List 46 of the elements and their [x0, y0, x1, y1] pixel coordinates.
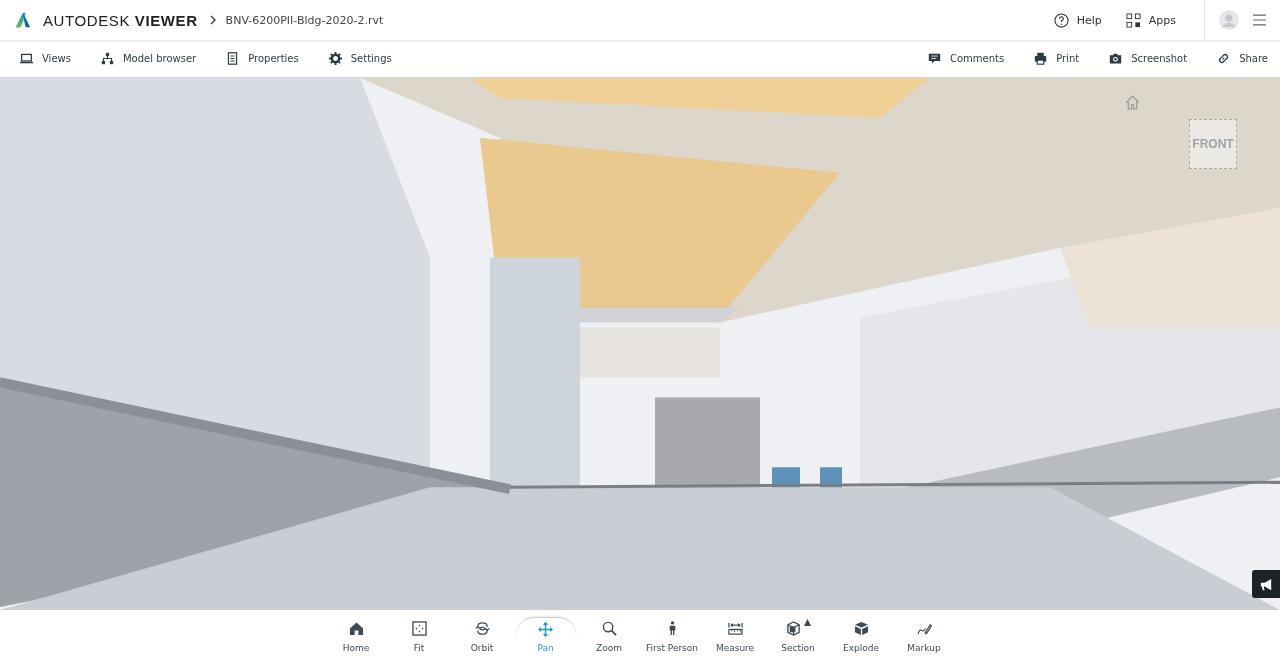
toolbar-button[interactable]: Share — [1209, 52, 1268, 65]
ruler-icon — [727, 621, 743, 636]
home-icon[interactable] — [1124, 94, 1141, 111]
toolbar-button[interactable]: Screenshot — [1101, 52, 1188, 65]
header-link[interactable]: Help — [1053, 12, 1102, 28]
apps-grid-icon — [1125, 12, 1141, 28]
navigation-tool-button[interactable]: First Person — [640, 617, 704, 653]
navigation-tool-button[interactable]: Explode — [829, 617, 893, 653]
fit-frame-icon — [411, 621, 427, 636]
navigation-tool-button[interactable]: Measure — [703, 617, 767, 653]
logo-icon — [14, 11, 32, 29]
link-icon — [1217, 52, 1231, 65]
toolbar-button[interactable]: Print — [1026, 52, 1080, 65]
help-icon — [1053, 12, 1069, 28]
settings-icon — [328, 52, 342, 65]
camera-icon — [1109, 52, 1123, 65]
section-box-icon — [785, 621, 801, 636]
navigation-tool-button[interactable]: Fit — [387, 617, 451, 653]
navigation-tool-button[interactable]: Zoom — [577, 617, 641, 653]
toolbar-button[interactable]: Model browser — [92, 52, 197, 65]
home-icon — [348, 621, 364, 636]
navigation-tool-button[interactable]: Home — [324, 617, 388, 653]
monitor-icon — [20, 52, 33, 65]
feedback-button[interactable] — [1252, 570, 1280, 598]
app-title: AUTODESK VIEWER — [43, 11, 198, 29]
megaphone-icon — [1258, 576, 1274, 592]
toolbar-button[interactable]: Views — [12, 52, 71, 65]
menu-icon[interactable] — [1253, 14, 1266, 26]
comment-icon — [927, 52, 941, 65]
printer-icon — [1034, 52, 1048, 65]
navigation-tool-button[interactable]: Orbit — [450, 617, 514, 653]
hierarchy-icon — [100, 52, 114, 65]
header-link[interactable]: Apps — [1125, 12, 1176, 28]
pen-icon — [916, 621, 932, 636]
search-icon — [601, 621, 617, 636]
toolbar-button[interactable]: Properties — [218, 52, 299, 65]
toolbar-button[interactable]: Settings — [320, 52, 392, 65]
caret-icon — [803, 619, 811, 626]
navigation-tool-button[interactable]: Section — [766, 617, 830, 653]
toolbar-button[interactable]: Comments — [919, 52, 1005, 65]
orbit-icon — [474, 621, 490, 636]
document-icon — [226, 52, 240, 65]
file-name: BNV-6200PII-Bldg-2020-2.rvt — [225, 13, 384, 27]
navigation-tool-button[interactable]: Markup — [892, 617, 956, 653]
cube-icon — [853, 621, 869, 636]
move-arrows-icon — [538, 622, 553, 637]
